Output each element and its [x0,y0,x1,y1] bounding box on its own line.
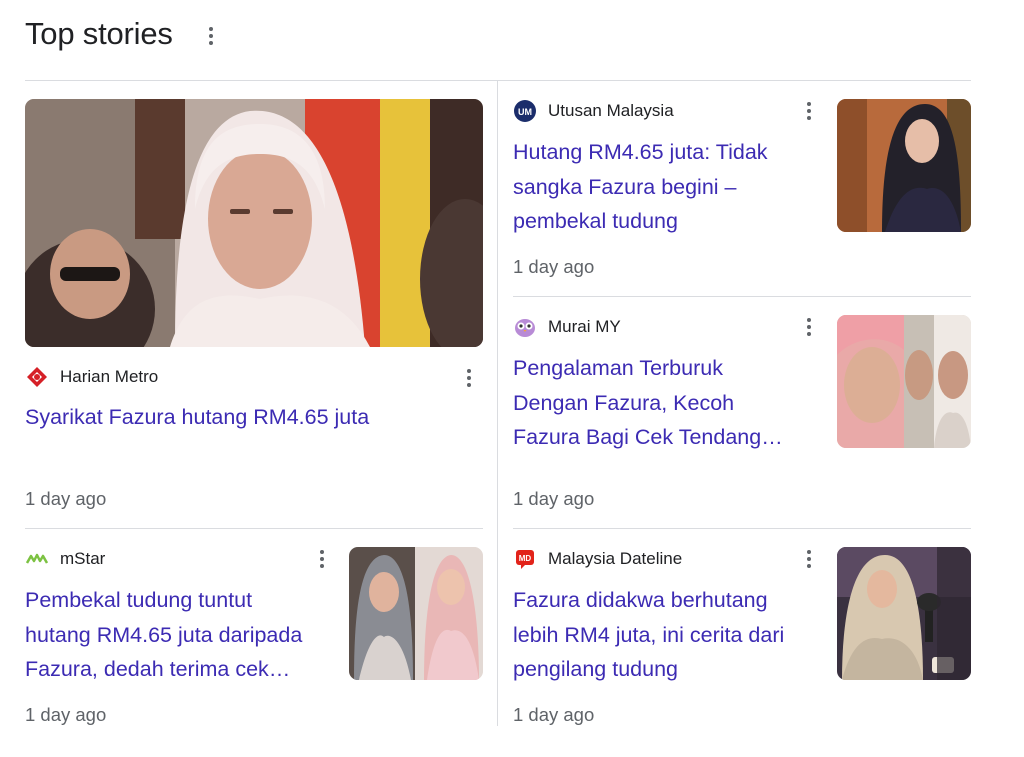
headline-line[interactable]: Dengan Fazura, Kecoh [513,386,828,421]
story-more-options-icon[interactable] [805,102,813,120]
source-name: mStar [60,549,106,568]
utusan-malaysia-logo-icon: UM [513,99,537,123]
headline-line[interactable]: pembekal tudung [513,204,828,239]
headline-line[interactable]: Fazura, dedah terima cek… [25,652,340,687]
headline-line[interactable]: Pembekal tudung tuntut [25,583,340,618]
malaysia-dateline-logo-icon: MD [513,547,537,571]
story-headline[interactable]: Pembekal tudung tuntut hutang RM4.65 jut… [25,583,340,687]
headline-line[interactable]: sangka Fazura begini – [513,170,828,205]
source-name: Utusan Malaysia [548,101,674,120]
collage-women-photo [837,315,971,448]
source-row: Harian Metro [25,365,158,389]
headline-line[interactable]: Pengalaman Terburuk [513,351,828,386]
story-more-options-icon[interactable] [465,369,473,387]
story-timestamp: 1 day ago [25,488,107,509]
more-options-icon[interactable] [207,27,215,45]
headline-line[interactable]: Hutang RM4.65 juta: Tidak [513,135,828,170]
story-more-options-icon[interactable] [318,550,326,568]
story-card-harian-metro[interactable] [25,99,483,347]
harian-metro-logo-icon [25,365,49,389]
source-row: Murai MY [513,315,621,339]
source-name: Murai MY [548,317,621,336]
story-timestamp: 1 day ago [513,704,595,725]
source-row: MD Malaysia Dateline [513,547,682,571]
story-divider [513,296,971,297]
source-name: Harian Metro [60,367,159,386]
story-more-options-icon[interactable] [805,318,813,336]
hijab-woman-photo [25,99,483,347]
headline-line[interactable]: Fazura didakwa berhutang [513,583,828,618]
headline-line[interactable]: Fazura Bagi Cek Tendang… [513,420,828,455]
source-row: UM Utusan Malaysia [513,99,674,123]
story-headline[interactable]: Pengalaman Terburuk Dengan Fazura, Kecoh… [513,351,828,455]
story-timestamp: 1 day ago [513,256,595,277]
story-image[interactable] [25,99,483,347]
podcast-interview-photo [837,547,971,680]
story-headline[interactable]: Hutang RM4.65 juta: Tidak sangka Fazura … [513,135,828,239]
headline-line[interactable]: hutang RM4.65 juta daripada [25,618,340,653]
story-thumbnail[interactable] [837,99,971,232]
hijab-woman-photo [837,99,971,232]
story-headline[interactable]: Syarikat Fazura hutang RM4.65 juta [25,400,475,435]
source-name: Malaysia Dateline [548,549,683,568]
story-timestamp: 1 day ago [25,704,107,725]
headline-line[interactable]: lebih RM4 juta, ini cerita dari [513,618,828,653]
svg-text:UM: UM [518,107,532,117]
story-more-options-icon[interactable] [805,550,813,568]
header-divider [25,80,971,81]
story-thumbnail[interactable] [349,547,483,680]
section-title: Top stories [25,16,173,51]
story-thumbnail[interactable] [837,315,971,448]
column-divider [497,81,498,726]
svg-text:MD: MD [519,554,532,563]
headline-line[interactable]: pengilang tudung [513,652,828,687]
source-row: mStar [25,547,105,571]
story-timestamp: 1 day ago [513,488,595,509]
story-headline[interactable]: Fazura didakwa berhutang lebih RM4 juta,… [513,583,828,687]
story-divider [25,528,483,529]
mstar-logo-icon [25,547,49,571]
hijab-portraits-photo [349,547,483,680]
murai-my-logo-icon [513,315,537,339]
story-thumbnail[interactable] [837,547,971,680]
story-divider [513,528,971,529]
